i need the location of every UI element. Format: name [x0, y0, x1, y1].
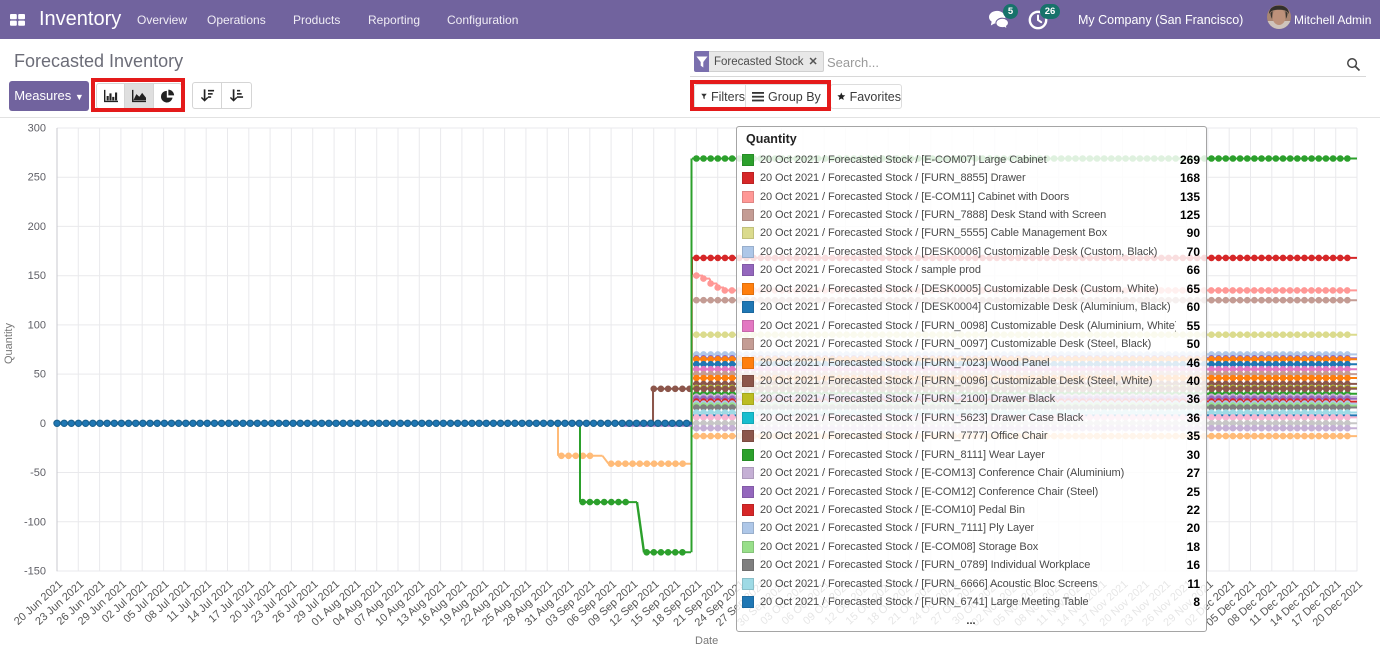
svg-text:-50: -50 — [30, 467, 46, 479]
svg-text:200: 200 — [28, 221, 46, 233]
svg-text:-150: -150 — [24, 566, 46, 578]
svg-text:50: 50 — [34, 369, 46, 381]
svg-text:100: 100 — [28, 319, 46, 331]
svg-text:150: 150 — [28, 270, 46, 282]
svg-text:Quantity: Quantity — [3, 323, 15, 364]
svg-text:250: 250 — [28, 172, 46, 184]
svg-text:300: 300 — [28, 123, 46, 135]
svg-text:-100: -100 — [24, 516, 46, 528]
svg-text:Date: Date — [695, 635, 718, 647]
svg-text:0: 0 — [40, 418, 46, 430]
